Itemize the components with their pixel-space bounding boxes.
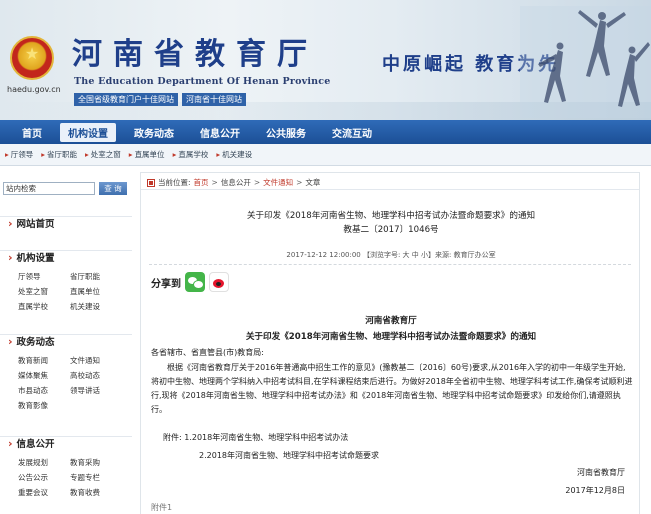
sub-nav: 厅领导 省厅职能 处室之窗 直属单位 直属学校 机关建设 (0, 144, 651, 166)
breadcrumb-separator: > (211, 178, 218, 187)
sidebar-link[interactable]: 教育采购 (70, 457, 124, 468)
breadcrumb-label: 当前位置: (158, 178, 191, 187)
sidebar-link[interactable]: 公告公示 (18, 472, 70, 483)
article-footer: 附件1 (151, 503, 173, 512)
article-signature: 河南省教育厅 (577, 468, 625, 477)
sidebar-link[interactable]: 教育收费 (70, 487, 124, 498)
share-label: 分享到 (151, 278, 181, 290)
article-paragraph: 根据《河南省教育厅关于2016年普通高中招生工作的意见》(豫教基二〔2016〕6… (151, 363, 633, 414)
site-title[interactable]: 河南省教育厅 (72, 38, 318, 72)
sidebar-link[interactable]: 教育新闻 (18, 355, 70, 366)
site-award-link[interactable]: 河南省十佳网站 (182, 93, 246, 106)
divider (141, 189, 639, 190)
left-sidebar: 查 询 网站首页 机构设置 厅领导 省厅职能 处室之窗 直属单位 直属学校 机关… (0, 172, 134, 514)
sidebar-link[interactable]: 发展规划 (18, 457, 70, 468)
breadcrumb-item[interactable]: 首页 (194, 177, 209, 188)
sidebar-link[interactable]: 领导讲话 (70, 385, 124, 396)
sidebar-link[interactable]: 厅领导 (18, 271, 70, 282)
divider (149, 264, 631, 265)
article-date: 2017年12月8日 (565, 486, 625, 495)
article-panel: 当前位置: 首页 > 信息公开 > 文件通知 > 文章 关于印发《2018年河南… (140, 172, 640, 514)
sidebar-link[interactable]: 直属学校 (18, 301, 70, 312)
breadcrumb-separator: > (296, 178, 303, 187)
dancers-illustration-icon (520, 6, 651, 118)
subnav-item[interactable]: 处室之窗 (85, 149, 121, 160)
article-heading: 关于印发《2018年河南省生物、地理学科中招考试办法暨命题要求》的通知 (245, 332, 537, 342)
location-icon (147, 178, 155, 187)
search-button[interactable]: 查 询 (99, 182, 127, 195)
sidebar-link[interactable]: 重要会议 (18, 487, 70, 498)
subnav-item[interactable]: 厅领导 (5, 149, 34, 160)
nav-item-interaction[interactable]: 交流互动 (324, 123, 380, 142)
nav-item-organization[interactable]: 机构设置 (60, 122, 116, 142)
sidebar-heading[interactable]: 机构设置 (0, 251, 132, 266)
sidebar-section-news: 政务动态 教育新闻 文件通知 媒体聚焦 高校动态 市县动态 领导讲话 教育影像 (0, 334, 132, 411)
article-issuer: 河南省教育厅 (365, 316, 417, 326)
sidebar-heading[interactable]: 政务动态 (0, 335, 132, 350)
breadcrumb-item[interactable]: 文件通知 (263, 177, 293, 188)
sidebar-link[interactable]: 专题专栏 (70, 472, 124, 483)
main-nav: 首页 机构设置 政务动态 信息公开 公共服务 交流互动 (0, 120, 651, 144)
article-attachment[interactable]: 2.2018年河南省生物、地理学科中招考试命题要求 (199, 450, 379, 461)
sidebar-link[interactable]: 直属单位 (70, 286, 124, 297)
weibo-icon[interactable] (209, 272, 229, 292)
article-recipient: 各省辖市、省直管县(市)教育局: (151, 348, 264, 357)
nav-item-home[interactable]: 首页 (14, 123, 50, 142)
emblem-url: haedu.gov.cn (7, 85, 61, 94)
site-banner: ★ haedu.gov.cn 河南省教育厅 The Education Depa… (0, 0, 651, 120)
sidebar-section-organization: 机构设置 厅领导 省厅职能 处室之窗 直属单位 直属学校 机关建设 (0, 250, 132, 312)
site-title-en: The Education Department Of Henan Provin… (74, 76, 331, 87)
site-award-link[interactable]: 全国省级教育门户十佳网站 (74, 93, 178, 106)
sidebar-heading[interactable]: 信息公开 (0, 437, 132, 452)
sidebar-link[interactable]: 市县动态 (18, 385, 70, 396)
site-search: 查 询 (3, 182, 127, 195)
share-bar: 分享到 (151, 272, 229, 292)
sidebar-link[interactable]: 处室之窗 (18, 286, 70, 297)
sidebar-link[interactable]: 高校动态 (70, 370, 124, 381)
nav-item-news[interactable]: 政务动态 (126, 123, 182, 142)
sidebar-link[interactable]: 省厅职能 (70, 271, 124, 282)
national-emblem-icon: ★ (10, 36, 54, 80)
subnav-item[interactable]: 省厅职能 (41, 149, 77, 160)
sidebar-link[interactable]: 文件通知 (70, 355, 124, 366)
breadcrumb-item[interactable]: 信息公开 (221, 177, 251, 188)
article-meta: 2017-12-12 12:00:00 【浏览字号: 大 中 小】来源: 教育厅… (286, 251, 496, 259)
wechat-icon[interactable] (185, 272, 205, 292)
sidebar-section-home: 网站首页 (0, 216, 132, 232)
subnav-item[interactable]: 直属单位 (129, 149, 165, 160)
breadcrumb: 当前位置: 首页 > 信息公开 > 文件通知 > 文章 (147, 177, 320, 188)
sidebar-heading[interactable]: 网站首页 (0, 217, 132, 232)
article-attachment[interactable]: 附件: 1.2018年河南省生物、地理学科中招考试办法 (163, 432, 348, 443)
sidebar-link[interactable]: 机关建设 (70, 301, 124, 312)
breadcrumb-separator: > (253, 178, 261, 187)
subnav-item[interactable]: 直属学校 (173, 149, 208, 160)
nav-item-services[interactable]: 公共服务 (258, 123, 314, 142)
sidebar-link[interactable]: 教育影像 (18, 400, 70, 411)
breadcrumb-item: 文章 (305, 178, 321, 187)
nav-item-disclosure[interactable]: 信息公开 (192, 123, 248, 142)
sidebar-section-disclosure: 信息公开 发展规划 教育采购 公告公示 专题专栏 重要会议 教育收费 (0, 436, 132, 498)
search-input[interactable] (3, 182, 95, 195)
article-doc-number: 教基二〔2017〕1046号 (343, 225, 439, 235)
subnav-item[interactable]: 机关建设 (216, 149, 252, 160)
sidebar-link[interactable]: 媒体聚焦 (18, 370, 70, 381)
site-award-links: 全国省级教育门户十佳网站 河南省十佳网站 (74, 93, 246, 106)
article-title: 关于印发《2018年河南省生物、地理学科中招考试办法暨命题要求》的通知 (246, 211, 536, 221)
